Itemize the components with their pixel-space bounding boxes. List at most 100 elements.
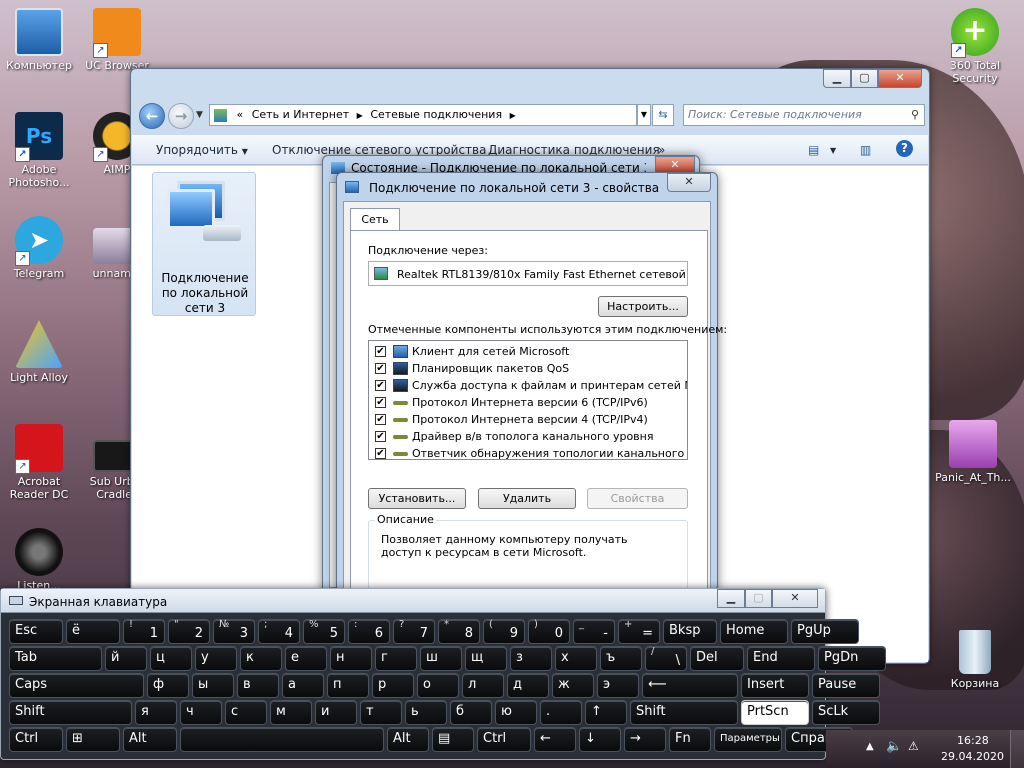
key-alt[interactable]: Alt (123, 727, 177, 752)
list-item[interactable]: ✔ Планировщик пакетов QoS (369, 360, 687, 377)
show-hidden-icons-button[interactable]: ▲ (866, 741, 874, 752)
keyboard-key[interactable]: + = (618, 619, 660, 644)
desktop-icon-uc-browser[interactable]: ↗ UC Browser (78, 8, 156, 72)
key-arrow-right[interactable]: → (624, 727, 666, 752)
desktop-icon-acrobat[interactable]: ↗ Acrobat Reader DC (0, 424, 78, 501)
keyboard-key[interactable]: у (195, 646, 237, 671)
preview-pane-icon[interactable]: ▥ (860, 143, 871, 157)
key-home[interactable]: Home (720, 619, 788, 644)
key-shift[interactable]: Shift (630, 700, 738, 725)
view-dropdown-icon[interactable]: ▼ (830, 146, 836, 155)
key-arrow-down[interactable]: ↓ (579, 727, 621, 752)
keyboard-key[interactable]: т (360, 700, 402, 725)
taskbar-clock-time[interactable]: 16:28 (957, 734, 989, 747)
taskbar-clock-date[interactable]: 29.04.2020 (941, 750, 1004, 763)
key-ctrl[interactable]: Ctrl (9, 727, 63, 752)
show-desktop-button[interactable] (1010, 730, 1024, 768)
key-windows[interactable]: ⊞ (66, 727, 120, 752)
desktop-icon-360-security[interactable]: + ↗ 360 Total Security (936, 8, 1014, 85)
keyboard-key[interactable]: :6 (348, 619, 390, 644)
desktop-icon-recycle-bin[interactable]: Корзина (936, 630, 1014, 690)
keyboard-key[interactable]: я (135, 700, 177, 725)
component-checkbox[interactable]: ✔ (375, 414, 386, 425)
keyboard-key[interactable]: ф (147, 673, 189, 698)
keyboard-key[interactable]: * 8 (438, 619, 480, 644)
keyboard-key[interactable]: в (237, 673, 279, 698)
keyboard-key[interactable]: л (462, 673, 504, 698)
network-warning-icon[interactable]: ⚠ (908, 739, 919, 753)
close-button[interactable]: ✕ (878, 69, 922, 88)
component-checkbox[interactable]: ✔ (375, 363, 386, 374)
breadcrumb-network-connections[interactable]: Сетевые подключения (370, 108, 502, 121)
key-menu[interactable]: ▤ (432, 727, 474, 752)
minimize-button[interactable]: ▁ (823, 69, 851, 88)
key-page-up[interactable]: PgUp (791, 619, 859, 644)
key-tab[interactable]: Tab (9, 646, 102, 671)
keyboard-key[interactable]: / \ (645, 646, 687, 671)
desktop-icon-light-alloy[interactable]: Light Alloy (0, 320, 78, 384)
keyboard-key[interactable]: . (540, 700, 582, 725)
configure-button[interactable]: Настроить... (598, 296, 688, 317)
keyboard-key[interactable]: ; 4 (258, 619, 300, 644)
keyboard-key[interactable]: б (450, 700, 492, 725)
keyboard-key[interactable]: № 3 (213, 619, 255, 644)
desktop-icon-audio-file[interactable]: Panic_At_Th... (934, 420, 1012, 484)
key-escape[interactable]: Esc (9, 619, 63, 644)
desktop-icon-telegram[interactable]: ➤ ↗ Telegram (0, 216, 78, 280)
keyboard-key[interactable]: ! 1 (123, 619, 165, 644)
uninstall-button[interactable]: Удалить (478, 488, 576, 509)
keyboard-key[interactable]: и (315, 700, 357, 725)
keyboard-key[interactable]: ? 7 (393, 619, 435, 644)
volume-icon[interactable]: 🔈 (886, 739, 902, 754)
keyboard-key[interactable]: ё (66, 619, 120, 644)
keyboard-key[interactable]: ш (420, 646, 462, 671)
key-fn[interactable]: Fn (669, 727, 711, 752)
keyboard-key[interactable]: " 2 (168, 619, 210, 644)
keyboard-key[interactable]: к (240, 646, 282, 671)
keyboard-key[interactable]: н (330, 646, 372, 671)
key-shift[interactable]: Shift (9, 700, 132, 725)
keyboard-key[interactable]: г (375, 646, 417, 671)
key-enter[interactable]: ⟵ (642, 673, 738, 698)
component-checkbox[interactable]: ✔ (375, 380, 386, 391)
keyboard-key[interactable]: ю (495, 700, 537, 725)
component-checkbox[interactable]: ✔ (375, 431, 386, 442)
keyboard-key[interactable]: р (372, 673, 414, 698)
keyboard-key[interactable]: з (510, 646, 552, 671)
keyboard-key[interactable]: ) 0 (528, 619, 570, 644)
desktop-icon-speaker[interactable]: Listen... (0, 528, 78, 592)
key-pause[interactable]: Pause (812, 673, 880, 698)
list-item[interactable]: ✔ Служба доступа к файлам и принтерам се… (369, 377, 687, 394)
key-options[interactable]: Параметры (714, 727, 782, 752)
desktop-icon-photoshop[interactable]: Ps ↗ Adobe Photosho... (0, 112, 78, 189)
breadcrumb-overflow[interactable]: « (237, 108, 244, 121)
key-insert[interactable]: Insert (741, 673, 809, 698)
list-item[interactable]: ✔ Клиент для сетей Microsoft (369, 343, 687, 360)
help-icon[interactable]: ? (896, 140, 913, 157)
component-checkbox[interactable]: ✔ (375, 448, 386, 459)
key-backspace[interactable]: Bksp (663, 619, 717, 644)
properties-dialog-close-button[interactable]: ✕ (667, 173, 711, 192)
keyboard-key[interactable]: с (225, 700, 267, 725)
back-button[interactable]: ← (139, 103, 165, 129)
key-scroll-lock[interactable]: ScLk (812, 700, 880, 725)
address-bar[interactable]: « Сеть и Интернет ▶ Сетевые подключения … (209, 104, 637, 126)
keyboard-key[interactable]: э (597, 673, 639, 698)
address-dropdown-button[interactable]: ▼ (637, 104, 651, 126)
keyboard-key[interactable]: ж (552, 673, 594, 698)
key-space[interactable] (180, 727, 384, 752)
keyboard-key[interactable]: п (327, 673, 369, 698)
keyboard-key[interactable]: ь (405, 700, 447, 725)
list-item[interactable]: ✔ Протокол Интернета версии 4 (TCP/IPv4) (369, 411, 687, 428)
keyboard-key[interactable]: о (417, 673, 459, 698)
keyboard-key[interactable]: ы (192, 673, 234, 698)
organize-menu[interactable]: Упорядочить ▼ (156, 143, 248, 157)
change-view-icon[interactable]: ▤ (808, 143, 819, 157)
keyboard-key[interactable]: д (507, 673, 549, 698)
properties-button[interactable]: Свойства (587, 488, 688, 509)
keyboard-key[interactable]: (9 (483, 619, 525, 644)
search-input[interactable]: Поиск: Сетевые подключения ⚲ (683, 104, 925, 126)
key-arrow-left[interactable]: ← (534, 727, 576, 752)
list-item[interactable]: ✔ Протокол Интернета версии 6 (TCP/IPv6) (369, 394, 687, 411)
key-delete[interactable]: Del (690, 646, 744, 671)
